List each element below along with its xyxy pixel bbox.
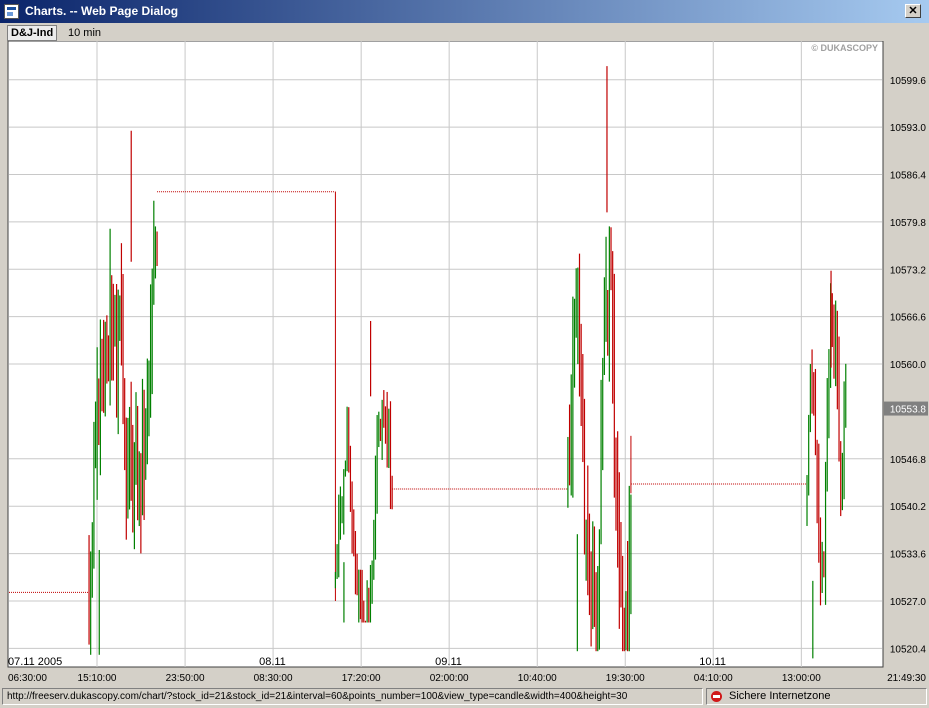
plot-area (7, 41, 884, 668)
y-tick-label: 10566.6 (890, 313, 927, 324)
y-tick-label: 10527.0 (890, 597, 927, 608)
x-tick-label: 13:00:00 (782, 673, 821, 684)
window-title: Charts. -- Web Page Dialog (25, 4, 179, 18)
y-tick-label: 10520.4 (890, 644, 927, 655)
y-tick-label: 10593.0 (890, 123, 927, 134)
y-tick-label: 10599.6 (890, 76, 927, 87)
y-tick-label: 10560.0 (890, 360, 927, 371)
price-chart[interactable]: 10599.6 10593.0 10586.4 10579.8 10573.2 10566… (0, 41, 929, 686)
y-tick-label: 10546.8 (890, 455, 927, 466)
y-tick-label: 10579.8 (890, 218, 927, 229)
date-label: 08.11 (259, 656, 286, 668)
x-tick-label: 06:30:00 (8, 673, 47, 684)
x-tick-label: 19:30:00 (606, 673, 645, 684)
y-tick-label: 10540.2 (890, 502, 927, 513)
x-tick-label: 08:30:00 (254, 673, 293, 684)
zone-label: Sichere Internetzone (729, 690, 831, 702)
y-tick-label: 10533.6 (890, 550, 927, 561)
date-label: 10.11 (699, 656, 726, 668)
x-tick-label: 15:10:00 (78, 673, 117, 684)
title-bar[interactable]: Charts. -- Web Page Dialog ✕ (0, 0, 929, 23)
y-tick-label: 10573.2 (890, 265, 927, 276)
x-tick-label: 17:20:00 (342, 673, 381, 684)
interval-label: 10 min (68, 27, 102, 39)
app-icon (4, 4, 19, 19)
x-tick-label: 21:49:30 (887, 673, 926, 684)
status-url: http://freeserv.dukascopy.com/chart/?sto… (2, 688, 703, 705)
watermark: © DUKASCOPY (811, 43, 878, 53)
security-zone: Sichere Internetzone (706, 688, 927, 705)
status-bar: http://freeserv.dukascopy.com/chart/?sto… (0, 686, 929, 708)
last-price-label: 10553.8 (890, 405, 927, 416)
x-tick-label: 02:00:00 (430, 673, 469, 684)
date-label: 07.11 2005 (8, 656, 62, 668)
x-tick-label: 10:40:00 (518, 673, 557, 684)
close-button[interactable]: ✕ (905, 4, 921, 18)
y-tick-label: 10586.4 (890, 171, 927, 182)
restricted-zone-icon (711, 691, 722, 702)
date-label: 09.11 (435, 656, 462, 668)
x-tick-label: 04:10:00 (694, 673, 733, 684)
x-tick-label: 23:50:00 (166, 673, 205, 684)
symbol-label[interactable]: D&J-Ind (7, 25, 58, 41)
chart-header: D&J-Ind 10 min (0, 23, 929, 41)
